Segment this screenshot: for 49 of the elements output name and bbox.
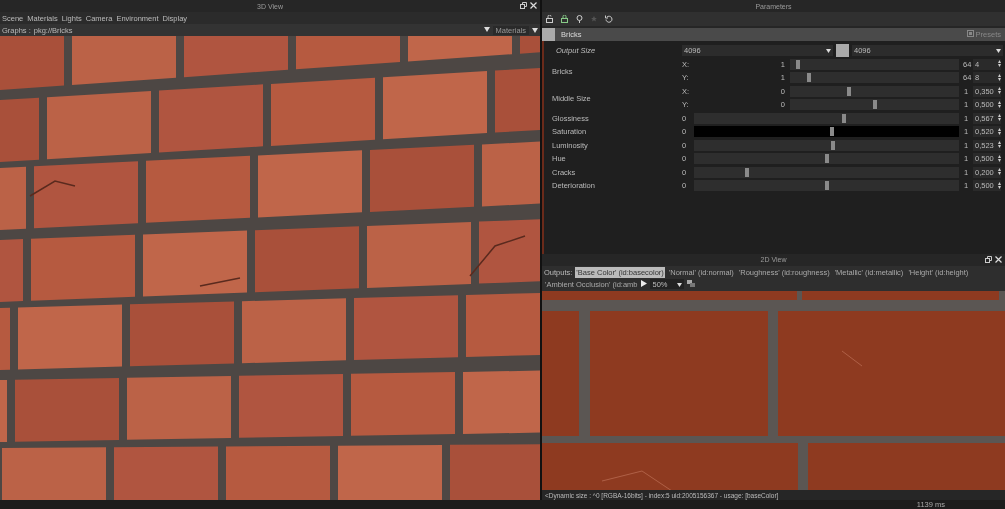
restore-icon[interactable] [520, 2, 527, 9]
slider-track[interactable] [694, 126, 959, 138]
restore-icon[interactable] [985, 255, 992, 263]
node-thumbnail [542, 28, 555, 41]
slider-track[interactable] [694, 112, 959, 124]
slider-track[interactable] [790, 58, 959, 70]
spinner-icon[interactable] [998, 60, 1001, 68]
slider-track[interactable] [790, 85, 959, 97]
spinner-icon[interactable] [998, 100, 1001, 108]
slider-thumb[interactable] [824, 181, 829, 191]
slider-track[interactable] [694, 139, 959, 151]
slider-track[interactable] [694, 180, 959, 192]
slider-track[interactable] [790, 99, 959, 111]
slider-thumb[interactable] [847, 86, 852, 96]
spinner-icon[interactable] [998, 73, 1001, 81]
slider-thumb[interactable] [745, 167, 749, 177]
lock-icon[interactable] [561, 15, 568, 23]
slider-thumb[interactable] [806, 73, 811, 83]
spinner-icon[interactable] [998, 154, 1001, 162]
unlock-icon[interactable] [546, 15, 553, 23]
caret-icon[interactable] [677, 282, 683, 287]
channels-icon[interactable] [687, 279, 696, 287]
spinner-icon[interactable] [998, 114, 1001, 122]
slider-thumb[interactable] [842, 113, 847, 123]
slider-thumb[interactable] [872, 100, 877, 110]
star-icon[interactable] [591, 16, 597, 22]
caret-icon[interactable] [996, 49, 1001, 54]
spinner-icon[interactable] [998, 168, 1001, 176]
slider-thumb[interactable] [830, 140, 835, 150]
spinner-icon[interactable] [998, 127, 1001, 135]
play-icon[interactable] [641, 279, 648, 287]
presets-icon[interactable] [966, 30, 974, 37]
slider-track[interactable] [694, 153, 959, 165]
slider-thumb[interactable] [824, 154, 829, 164]
spinner-icon[interactable] [998, 87, 1001, 95]
dropdown-caret-icon[interactable] [532, 25, 538, 35]
slider-thumb[interactable] [829, 127, 834, 137]
slider-track[interactable] [694, 166, 959, 178]
reset-icon[interactable] [605, 15, 613, 23]
link-toggle[interactable] [836, 44, 849, 58]
caret-icon[interactable] [826, 49, 831, 54]
spinner-icon[interactable] [998, 141, 1001, 149]
slider-track[interactable] [790, 72, 959, 84]
dropdown-caret-icon[interactable] [483, 27, 490, 33]
close-icon[interactable] [995, 255, 1002, 263]
pin-icon[interactable] [576, 15, 583, 23]
slider-thumb[interactable] [796, 59, 801, 69]
close-icon[interactable] [530, 2, 537, 9]
spinner-icon[interactable] [998, 181, 1001, 189]
